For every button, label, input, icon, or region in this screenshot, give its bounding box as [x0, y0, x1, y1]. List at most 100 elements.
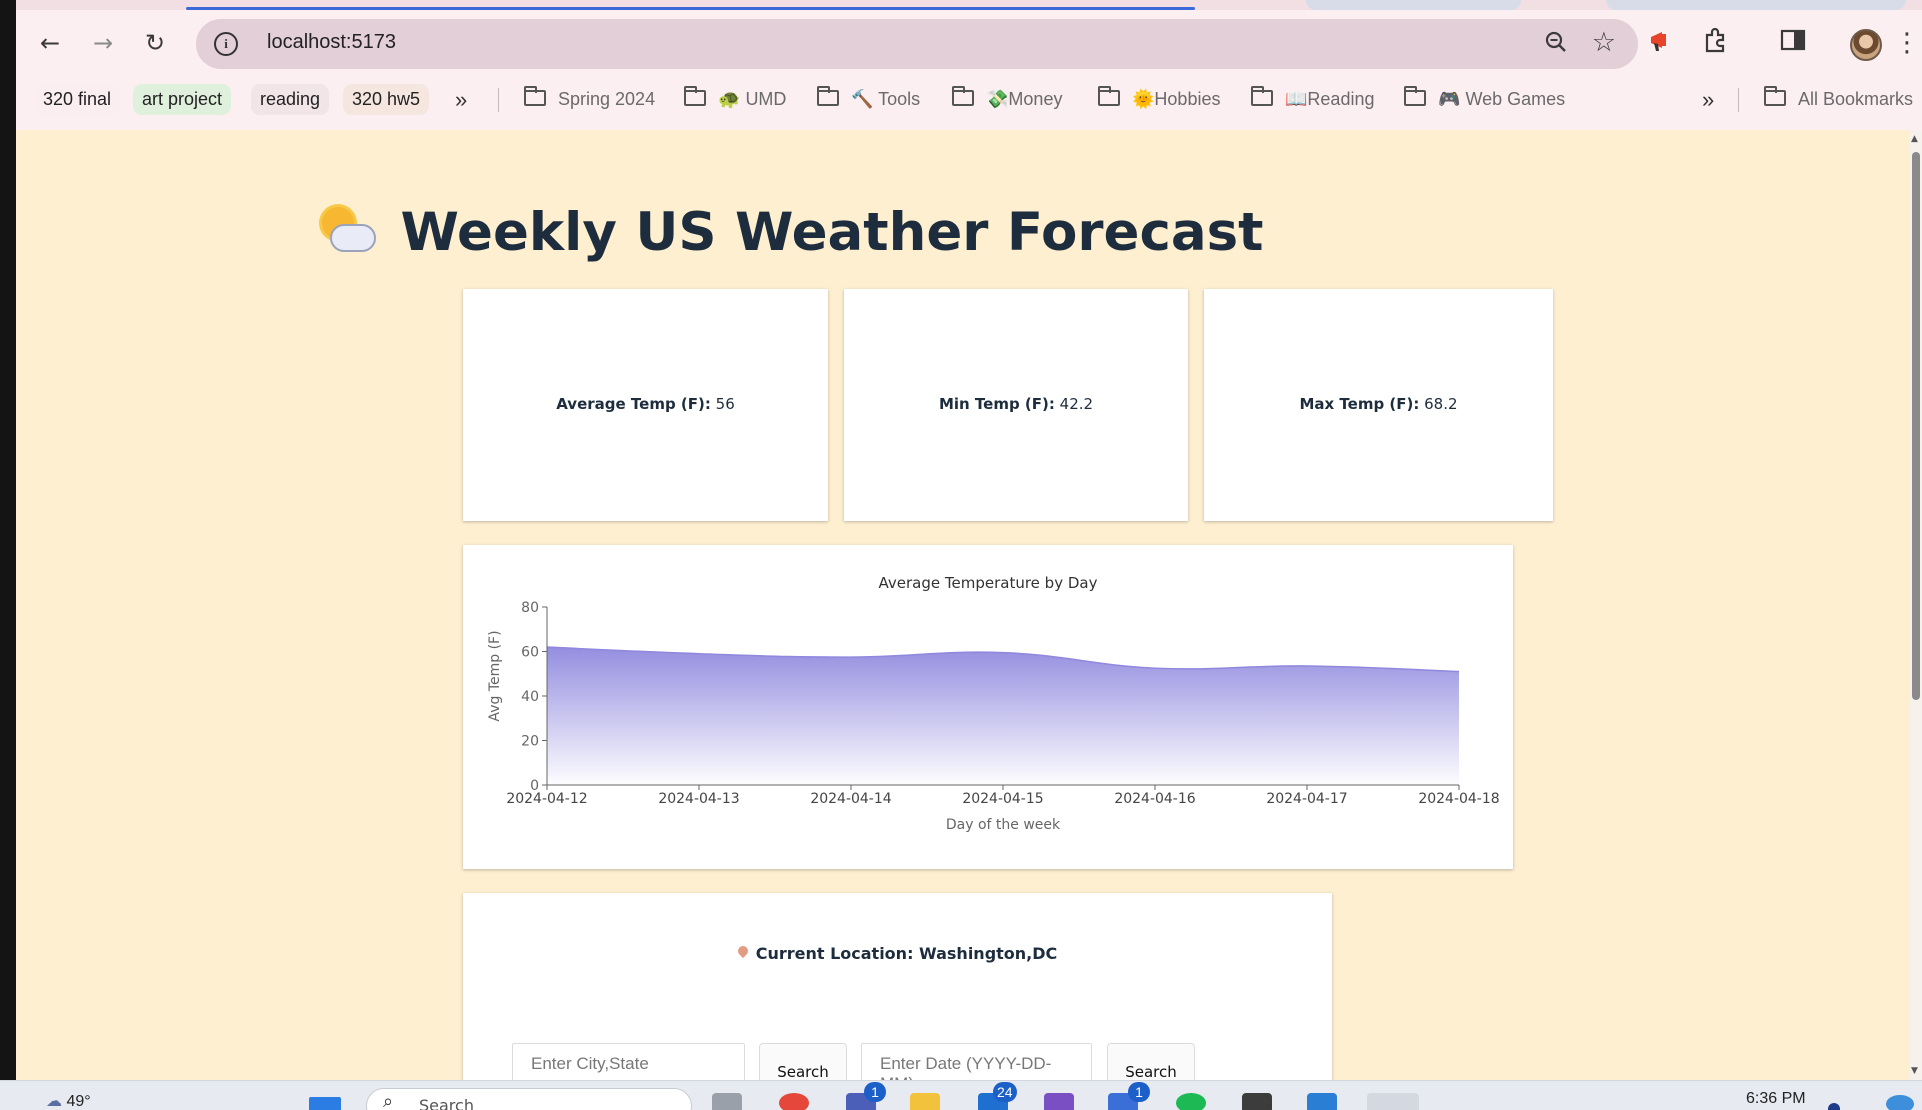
- min-temp-text: Min Temp (F): 42.2: [938, 395, 1094, 413]
- bookmark-star-icon[interactable]: ☆: [1592, 27, 1616, 58]
- folder-icon: [1404, 86, 1426, 106]
- bookmarks-overflow-chevron-icon[interactable]: »: [455, 84, 467, 115]
- tab-inactive[interactable]: [1606, 0, 1906, 10]
- page-load-progress: [186, 7, 1195, 10]
- x-tick-label: 2024-04-14: [810, 791, 891, 807]
- weather-widget[interactable]: ☁ 49°: [46, 1091, 91, 1110]
- clock-time[interactable]: 6:36 PM: [1746, 1090, 1806, 1108]
- location-pin-icon: [735, 943, 750, 959]
- turtle-emoji-icon: 🐢: [718, 89, 741, 109]
- chrome-icon[interactable]: [779, 1093, 809, 1110]
- x-tick-label: 2024-04-15: [962, 791, 1043, 807]
- reload-button[interactable]: ↻: [138, 26, 172, 60]
- left-edge: [0, 0, 16, 1080]
- bookmark-folder-reading[interactable]: 📖Reading: [1251, 84, 1374, 115]
- sun-behind-cloud-icon: [320, 204, 378, 258]
- bookmark-folder-tools[interactable]: 🔨 Tools: [817, 84, 920, 115]
- date-search-button[interactable]: Search: [1107, 1043, 1195, 1080]
- city-state-input[interactable]: Enter City,State: [512, 1043, 745, 1080]
- folder-icon: [1251, 86, 1273, 106]
- page-scrollbar[interactable]: ▲ ▼: [1910, 130, 1922, 1080]
- bookmark-folder-hobbies[interactable]: 🌞Hobbies: [1098, 84, 1220, 115]
- taskbar-search[interactable]: ⌕ Search: [366, 1088, 692, 1110]
- teams-badge: 1: [864, 1082, 886, 1102]
- copilot-icon[interactable]: [1886, 1095, 1914, 1110]
- stat-card-average: Average Temp (F): 56: [463, 289, 828, 521]
- x-tick-label: 2024-04-17: [1266, 791, 1347, 807]
- bookmarks-divider: [498, 88, 499, 112]
- folder-icon: [524, 86, 546, 106]
- y-tick-label: 20: [521, 734, 539, 750]
- money-emoji-icon: 💸: [986, 89, 1009, 109]
- y-tick-label: 60: [521, 645, 539, 661]
- search-icon: ⌕: [383, 1091, 394, 1110]
- y-tick-label: 80: [521, 600, 539, 616]
- y-axis-label: Avg Temp (F): [487, 630, 503, 721]
- extensions-icon[interactable]: [1702, 27, 1728, 60]
- bookmark-folder-spring-2024[interactable]: Spring 2024: [524, 84, 655, 115]
- spotify-icon[interactable]: [1176, 1093, 1206, 1110]
- bookmark-chip-art-project[interactable]: art project: [133, 84, 232, 115]
- scroll-down-arrow-icon[interactable]: ▼: [1911, 1066, 1918, 1076]
- bookmark-folder-web-games[interactable]: 🎮 Web Games: [1404, 84, 1565, 115]
- all-bookmarks-folder[interactable]: All Bookmarks: [1764, 84, 1913, 115]
- terminal-icon[interactable]: [1242, 1093, 1272, 1110]
- city-search-button[interactable]: Search: [759, 1043, 847, 1080]
- forward-button[interactable]: →: [86, 26, 120, 60]
- windows-start-icon[interactable]: [309, 1097, 341, 1110]
- bookmark-chip-320-hw5[interactable]: 320 hw5: [343, 84, 430, 115]
- arrow-right-icon: →: [92, 29, 114, 57]
- arrow-left-icon: ←: [39, 29, 61, 57]
- task-view-icon[interactable]: [712, 1093, 742, 1110]
- x-tick-label: 2024-04-13: [658, 791, 739, 807]
- folder-icon: [817, 86, 839, 106]
- page-title: Weekly US Weather Forecast: [16, 202, 1568, 263]
- zoom-icon[interactable]: [1544, 30, 1568, 60]
- folder-icon: [1098, 86, 1120, 106]
- outlook-badge: 24: [993, 1082, 1017, 1102]
- scroll-up-arrow-icon[interactable]: ▲: [1911, 134, 1918, 144]
- x-tick-label: 2024-04-12: [506, 791, 587, 807]
- book-emoji-icon: 📖: [1285, 89, 1308, 109]
- stat-card-max: Max Temp (F): 68.2: [1204, 289, 1553, 521]
- temperature-chart-card: Average Temperature by Day 0 20 40 60 80 2024…: [463, 545, 1513, 869]
- site-info-icon[interactable]: i: [214, 32, 238, 56]
- bookmarks-overflow-chevron-icon[interactable]: »: [1702, 84, 1714, 115]
- snipping-tool-icon[interactable]: [1367, 1093, 1419, 1110]
- vscode-icon[interactable]: [1307, 1093, 1337, 1110]
- bookmark-folder-money[interactable]: 💸Money: [952, 84, 1062, 115]
- profile-avatar[interactable]: [1850, 29, 1882, 61]
- bookmarks-bar: 320 final art project reading 320 hw5 » …: [16, 78, 1922, 122]
- megaphone-icon[interactable]: [1648, 28, 1676, 60]
- side-panel-icon[interactable]: [1780, 28, 1806, 58]
- file-explorer-icon[interactable]: [910, 1093, 940, 1110]
- reload-icon: ↻: [144, 29, 166, 57]
- address-bar[interactable]: i localhost:5173 ☆: [196, 19, 1638, 69]
- average-temp-text: Average Temp (F): 56: [556, 395, 735, 413]
- menu-kebab-icon[interactable]: ⋮: [1894, 28, 1920, 58]
- date-input[interactable]: Enter Date (YYYY-DD-MM): [861, 1043, 1092, 1080]
- location-search-card: Current Location: Washington,DC Enter Ci…: [463, 893, 1332, 1080]
- bookmark-folder-umd[interactable]: 🐢 UMD: [684, 84, 786, 115]
- stat-card-min: Min Temp (F): 42.2: [844, 289, 1188, 521]
- cloud-moon-icon: ☁: [46, 1093, 62, 1110]
- x-tick-label: 2024-04-16: [1114, 791, 1195, 807]
- max-temp-text: Max Temp (F): 68.2: [1299, 395, 1458, 413]
- avg-temp-area-chart: 0204060802024-04-12 2024-04-13 2024-04-14 2…: [487, 600, 1500, 833]
- onenote-icon[interactable]: [1044, 1093, 1074, 1110]
- folder-icon: [952, 86, 974, 106]
- folder-icon: [684, 86, 706, 106]
- address-url[interactable]: localhost:5173: [267, 31, 396, 54]
- bookmark-chip-320-final[interactable]: 320 final: [34, 84, 121, 115]
- folder-icon: [1764, 86, 1786, 106]
- back-button[interactable]: ←: [33, 26, 67, 60]
- avg-temp-area: [547, 647, 1459, 785]
- scrollbar-thumb[interactable]: [1912, 152, 1920, 700]
- notification-dot-icon[interactable]: [1828, 1103, 1840, 1110]
- x-tick-label: 2024-04-18: [1418, 791, 1499, 807]
- hammer-emoji-icon: 🔨: [851, 89, 874, 109]
- bookmarks-divider: [1738, 88, 1739, 112]
- tab-inactive[interactable]: [1306, 0, 1521, 10]
- windows-taskbar: ☁ 49° ⌕ Search 1 24 1 6:36 PM: [0, 1080, 1922, 1110]
- bookmark-chip-reading[interactable]: reading: [251, 84, 330, 115]
